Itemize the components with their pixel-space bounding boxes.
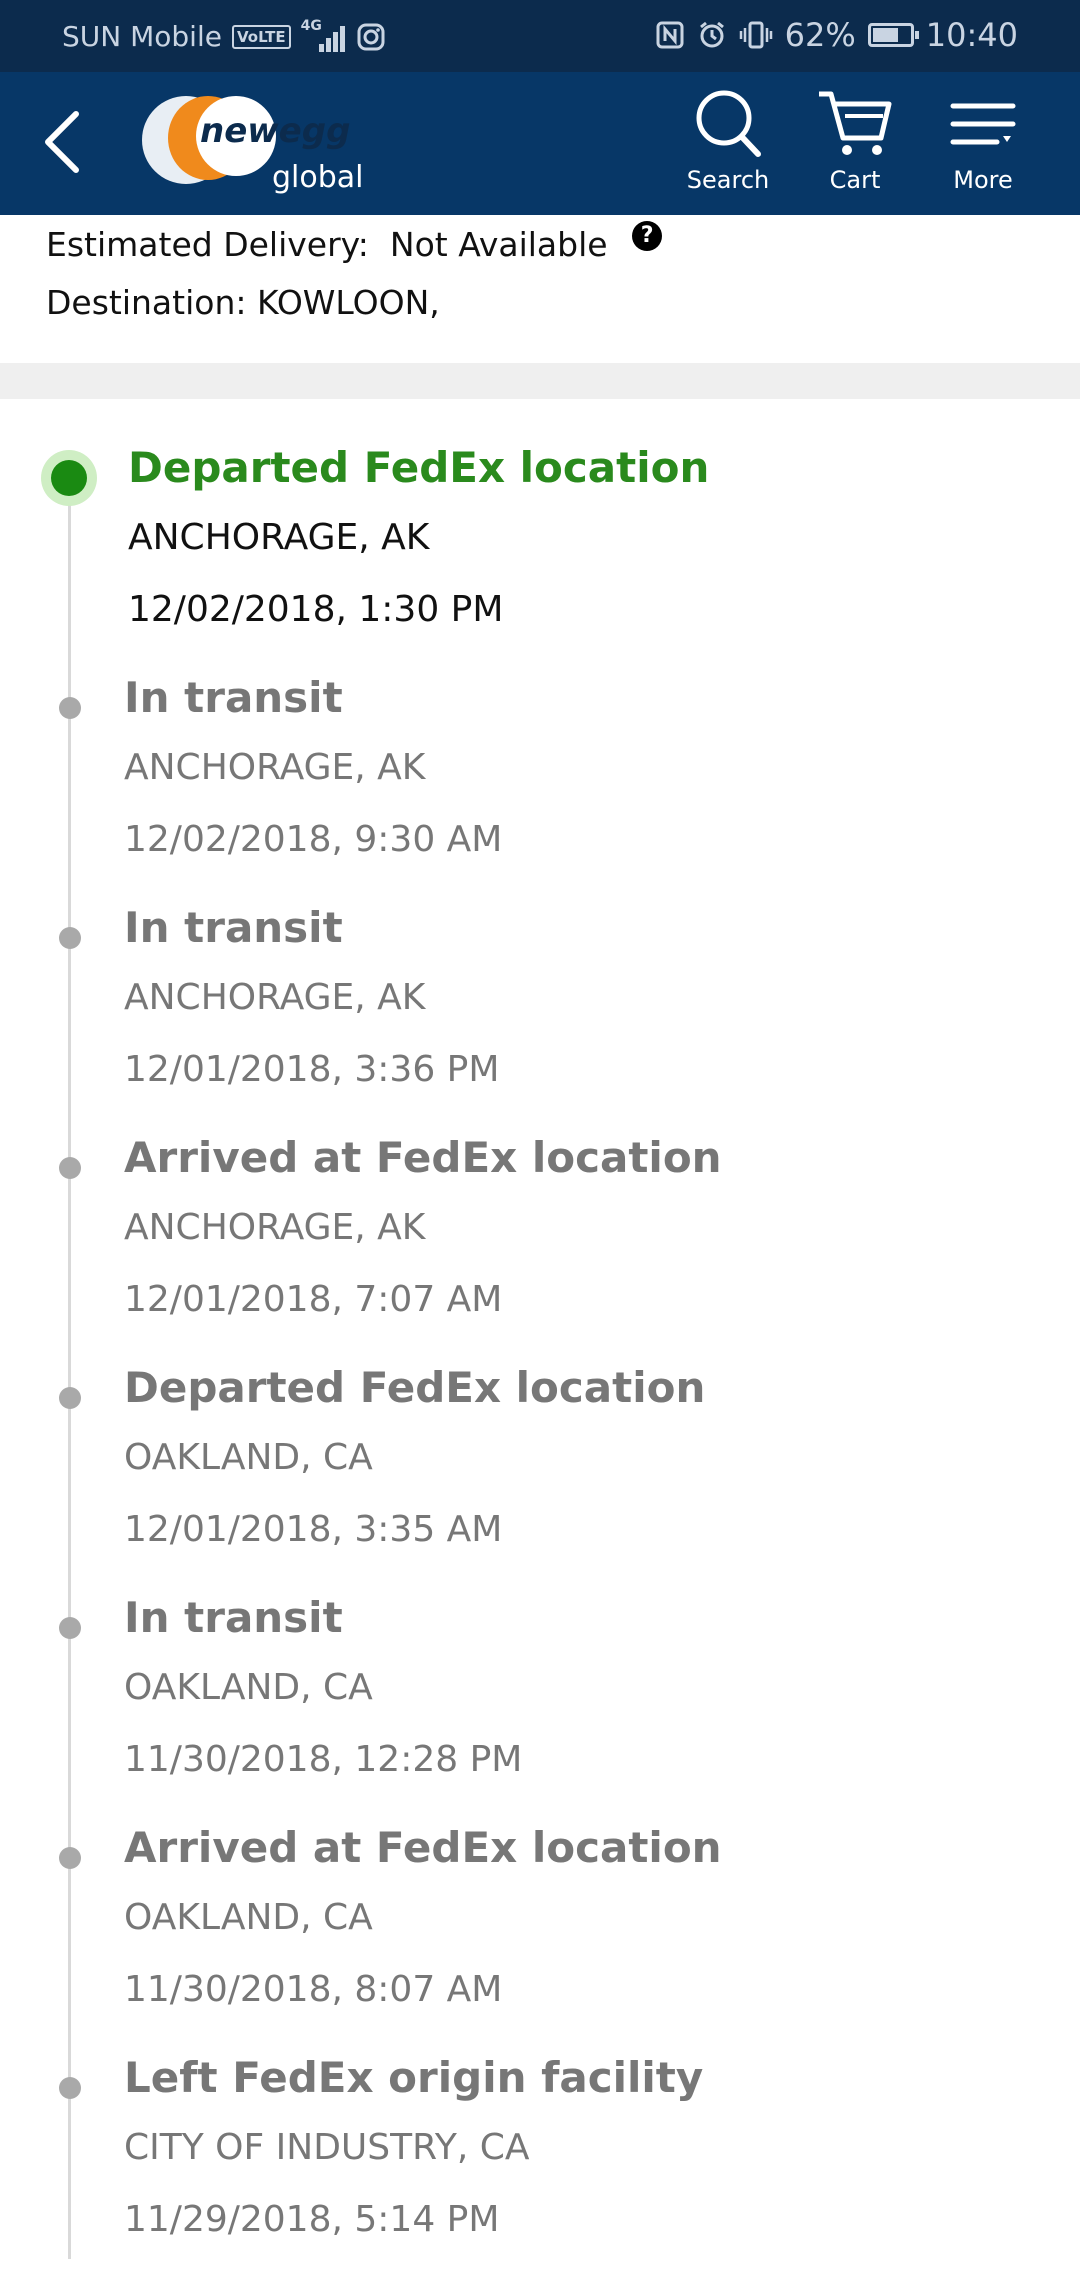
destination-label: Destination: xyxy=(46,283,247,322)
nfc-icon xyxy=(656,21,684,49)
status-dot xyxy=(59,1617,81,1639)
event-location: ANCHORAGE, AK xyxy=(124,1207,426,1248)
status-bar: SUN Mobile VoLTE 4G 62% 10:40 xyxy=(0,0,1080,72)
event-location: ANCHORAGE, AK xyxy=(128,517,430,558)
event-time: 11/30/2018, 8:07 AM xyxy=(124,1969,503,2010)
cart-icon xyxy=(819,91,892,155)
more-menu-button[interactable]: More xyxy=(928,86,1038,206)
status-right: 62% 10:40 xyxy=(655,16,1018,54)
status-dot xyxy=(59,1387,81,1409)
newegg-global-logo[interactable]: newegg global xyxy=(138,94,378,195)
status-dot xyxy=(59,1157,81,1179)
search-label: Search xyxy=(686,166,770,194)
event-location: OAKLAND, CA xyxy=(124,1897,373,1938)
tracking-timeline: Departed FedEx location ANCHORAGE, AK 12/0… xyxy=(0,399,1080,2259)
event-title: Arrived at FedEx location xyxy=(124,1823,722,1872)
estimated-delivery-row: Estimated Delivery: Not Available ? xyxy=(46,221,663,264)
cart-label: Cart xyxy=(829,166,881,194)
event-time: 12/01/2018, 7:07 AM xyxy=(124,1279,503,1320)
tracking-event: Departed FedEx location ANCHORAGE, AK 12/0… xyxy=(0,443,1080,683)
event-location: ANCHORAGE, AK xyxy=(124,747,426,788)
destination-row: Destination: KOWLOON, xyxy=(46,283,440,322)
destination-value: KOWLOON, xyxy=(256,283,440,322)
event-title: Departed FedEx location xyxy=(128,443,710,492)
vibrate-icon xyxy=(739,21,772,49)
tracking-event: Arrived at FedEx location OAKLAND, CA 11/3… xyxy=(0,1823,1080,2063)
event-location: OAKLAND, CA xyxy=(124,1667,373,1708)
app-header: newegg global Search Cart More xyxy=(0,72,1080,215)
estimated-delivery-value: Not Available xyxy=(389,225,608,264)
estimated-delivery-label: Estimated Delivery: xyxy=(46,225,369,264)
event-title: Departed FedEx location xyxy=(124,1363,706,1412)
tracking-event: Arrived at FedEx location ANCHORAGE, AK 12… xyxy=(0,1133,1080,1373)
event-time: 11/29/2018, 5:14 PM xyxy=(124,2199,500,2240)
logo-main-text: newegg xyxy=(200,111,350,151)
event-time: 12/01/2018, 3:36 PM xyxy=(124,1049,500,1090)
more-label: More xyxy=(953,166,1013,194)
tracking-event: In transit ANCHORAGE, AK 12/01/2018, 3:36 … xyxy=(0,903,1080,1143)
tracking-event: In transit ANCHORAGE, AK 12/02/2018, 9:30 … xyxy=(0,673,1080,913)
event-title: In transit xyxy=(124,673,343,722)
battery-percent: 62% xyxy=(784,16,856,54)
search-button[interactable]: Search xyxy=(673,86,783,206)
signal-icon: 4G xyxy=(301,18,347,52)
event-title: Left FedEx origin facility xyxy=(124,2053,704,2102)
event-location: ANCHORAGE, AK xyxy=(124,977,426,1018)
event-time: 12/02/2018, 1:30 PM xyxy=(128,589,504,630)
clock: 10:40 xyxy=(925,16,1018,54)
event-title: Arrived at FedEx location xyxy=(124,1133,722,1182)
alarm-icon xyxy=(699,21,724,48)
tracking-event: Departed FedEx location OAKLAND, CA 12/01/… xyxy=(0,1363,1080,1603)
event-location: OAKLAND, CA xyxy=(124,1437,373,1478)
back-arrow-icon[interactable] xyxy=(36,102,96,182)
network-type: 4G xyxy=(300,17,322,34)
tracking-event: In transit OAKLAND, CA 11/30/2018, 12:28 P… xyxy=(0,1593,1080,1833)
volte-badge: VoLTE xyxy=(231,24,291,49)
event-title: In transit xyxy=(124,1593,343,1642)
section-divider xyxy=(0,363,1080,399)
event-location: CITY OF INDUSTRY, CA xyxy=(124,2127,530,2168)
event-title: In transit xyxy=(124,903,343,952)
status-dot xyxy=(59,1847,81,1869)
delivery-summary: Estimated Delivery: Not Available ? Dest… xyxy=(0,215,1080,363)
current-status-dot xyxy=(41,450,97,506)
instagram-icon xyxy=(357,23,385,50)
help-icon[interactable]: ? xyxy=(632,221,663,251)
tracking-event: Left FedEx origin facility CITY OF INDUST… xyxy=(0,2053,1080,2293)
carrier-name: SUN Mobile xyxy=(62,20,222,53)
status-dot xyxy=(59,927,81,949)
battery-icon xyxy=(867,23,919,47)
logo-sub-text: global xyxy=(272,160,364,194)
status-dot xyxy=(59,697,81,719)
event-time: 12/02/2018, 9:30 AM xyxy=(124,819,503,860)
battery-fill xyxy=(872,28,898,42)
search-icon xyxy=(696,90,761,157)
event-time: 12/01/2018, 3:35 AM xyxy=(124,1509,503,1550)
event-time: 11/30/2018, 12:28 PM xyxy=(124,1739,523,1780)
menu-icon xyxy=(950,103,1016,145)
status-dot xyxy=(59,2077,81,2099)
status-left: SUN Mobile VoLTE 4G xyxy=(62,18,385,53)
cart-button[interactable]: Cart xyxy=(800,86,910,206)
